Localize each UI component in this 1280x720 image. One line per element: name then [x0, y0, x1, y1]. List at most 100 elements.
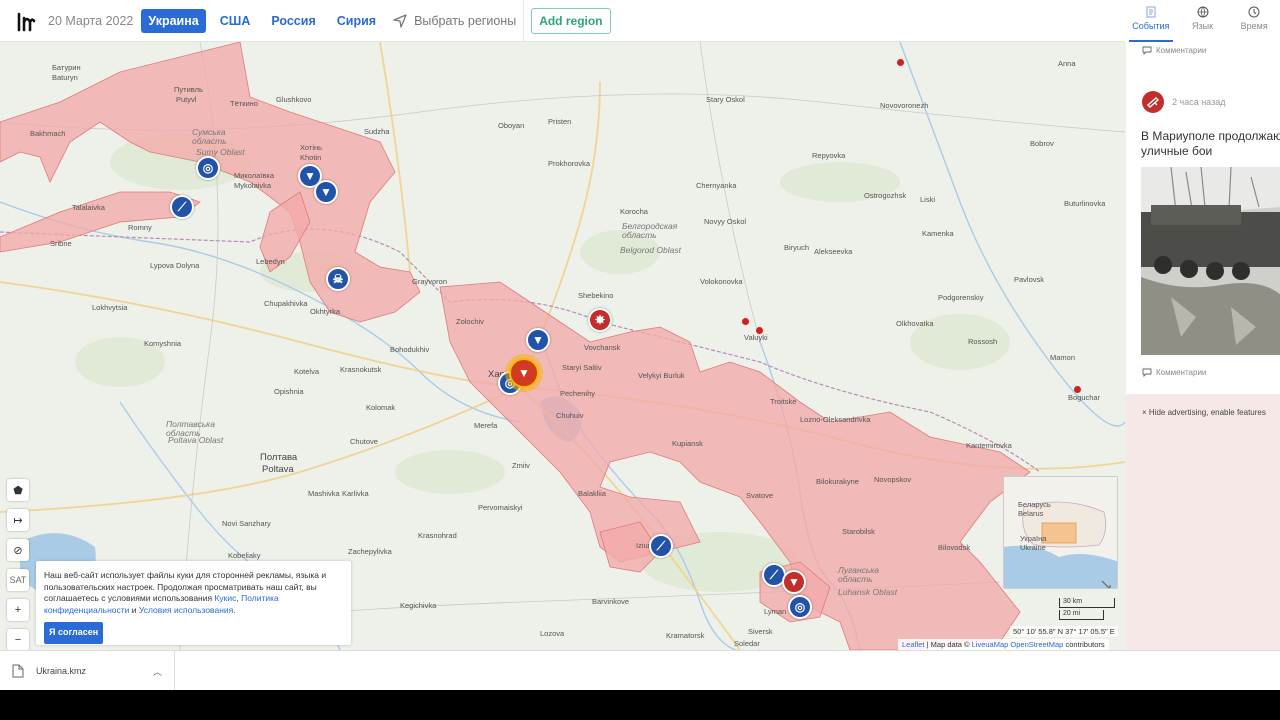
- nav-usa[interactable]: США: [213, 9, 258, 33]
- event-dot[interactable]: [897, 59, 904, 66]
- place-label-staryi-saltiv: Staryi Saltiv: [562, 363, 602, 372]
- comments-link[interactable]: Комментарии: [1126, 367, 1280, 377]
- place-label-starobilsk: Starobilsk: [842, 527, 875, 536]
- event-marker-gun[interactable]: ⟋: [649, 534, 673, 558]
- place-label-rossosh: Rossosh: [968, 337, 998, 346]
- map-canvas[interactable]: Харків Poltava Полтава Сумська область S…: [0, 42, 1125, 650]
- place-label-kramatorsk: Kramatorsk: [666, 631, 705, 640]
- nav-russia[interactable]: Россия: [264, 9, 322, 33]
- navigation-arrow-icon: [393, 13, 407, 28]
- place-label-chupakhivka: Chupakhivka: [264, 299, 308, 308]
- place-label-romny: Romny: [128, 223, 152, 232]
- event-marker-fire[interactable]: ▼: [509, 358, 539, 388]
- terms-link[interactable]: Условия использования: [139, 605, 233, 615]
- place-label-shebekino: Shebekino: [578, 291, 614, 300]
- place-label-boguchar: Boguchar: [1068, 393, 1101, 402]
- place-label-stary-oskol: Stary Oskol: [706, 95, 745, 104]
- place-label-volokonovka: Volokonovka: [700, 277, 743, 286]
- place-label-kegichivka: Kegichivka: [400, 601, 437, 610]
- leaflet-link[interactable]: Leaflet: [902, 640, 925, 649]
- event-marker-rocket[interactable]: ▼: [526, 328, 550, 352]
- tab-language[interactable]: Язык: [1177, 0, 1229, 42]
- place-label-korocha: Korocha: [620, 207, 648, 216]
- place-label-novi-sanzhary: Novi Sanzhary: [222, 519, 271, 528]
- event-dot[interactable]: [742, 318, 749, 325]
- place-label-buturlinovka: Buturlinovka: [1064, 199, 1106, 208]
- download-item[interactable]: Ukraina.kmz ︿: [0, 651, 175, 691]
- comments-link[interactable]: Комментарии: [1126, 45, 1280, 55]
- event-marker-rocket[interactable]: ▼: [314, 180, 338, 204]
- event-dot[interactable]: [756, 327, 763, 334]
- hide-ads-link[interactable]: × Hide advertising, enable features: [1126, 395, 1280, 417]
- place-label-kotelva: Kotelva: [294, 367, 320, 376]
- place-label-lypova-dolyna: Lypova Dolyna: [150, 261, 200, 270]
- comments-label: Комментарии: [1156, 45, 1207, 55]
- place-label-pavlovsk: Pavlovsk: [1014, 275, 1045, 284]
- nav-ukraine[interactable]: Украина: [141, 8, 206, 33]
- hide-layer-button[interactable]: ⊘: [7, 539, 29, 561]
- place-label-komyshnia: Komyshnia: [144, 339, 182, 348]
- place-label-novovoronezh: Novovoronezh: [880, 101, 929, 110]
- cookies-link[interactable]: Кукис: [214, 593, 236, 603]
- comment-icon: [1142, 368, 1152, 377]
- draw-polygon-button[interactable]: ⬟: [7, 479, 29, 501]
- map-attribution: Leaflet | Map data © LiveuaMap OpenStree…: [898, 639, 1109, 650]
- place-label-oboyan: Oboyan: [498, 121, 525, 130]
- event-dot[interactable]: [1074, 386, 1081, 393]
- add-region-button[interactable]: Add region: [531, 7, 611, 34]
- place-label-okhtyrka: Okhtyrka: [310, 307, 341, 316]
- event-marker-explosion[interactable]: ◎: [196, 156, 220, 180]
- tab-events[interactable]: События: [1125, 0, 1177, 42]
- globe-icon: [1197, 6, 1208, 18]
- place-label-liski: Liski: [920, 195, 936, 204]
- map-data-links[interactable]: LiveuaMap OpenStreetMap: [972, 640, 1064, 649]
- place-label-luhansk-oblast-ua: Луганська область: [838, 565, 880, 584]
- accept-cookies-button[interactable]: Я согласен: [44, 622, 104, 644]
- place-label-mykolaivka: Миколаївка: [234, 171, 275, 180]
- place-label-lebedyn: Lebedyn: [256, 257, 285, 266]
- event-photo[interactable]: [1141, 167, 1280, 355]
- place-label-anna: Anna: [1058, 59, 1076, 68]
- select-regions-button[interactable]: Выбрать регионы: [392, 13, 516, 29]
- place-label-kupiansk: Kupiansk: [672, 439, 703, 448]
- measure-button[interactable]: ↦: [7, 509, 29, 531]
- tab-time[interactable]: Время: [1228, 0, 1280, 42]
- event-marker-russian-unit[interactable]: ✸: [588, 308, 612, 332]
- nav-syria[interactable]: Сирия: [330, 9, 383, 33]
- minimap-label-belarus: Belarus: [1018, 509, 1044, 518]
- zoom-in-button[interactable]: +: [7, 599, 29, 621]
- place-label-lyman: Lyman: [764, 607, 787, 616]
- place-label-pechenihy: Pechenihy: [560, 389, 596, 398]
- place-label-sudzha: Sudzha: [364, 127, 390, 136]
- place-label-vovchansk: Vovchansk: [584, 343, 621, 352]
- satellite-toggle[interactable]: SAT: [7, 569, 29, 591]
- cookie-and: и: [129, 604, 139, 615]
- event-marker-explosion[interactable]: ◎: [788, 595, 812, 619]
- place-label-pristen: Pristen: [548, 117, 572, 126]
- liveuamap-logo[interactable]: [16, 10, 36, 32]
- zoom-out-button[interactable]: −: [7, 629, 29, 650]
- chevron-up-icon[interactable]: ︿: [153, 665, 162, 678]
- event-title[interactable]: В Мариуполе продолжаются уличные бои: [1126, 129, 1280, 159]
- place-label-karlivka: Karlivka: [342, 489, 369, 498]
- event-marker-skull[interactable]: ☠: [326, 267, 350, 291]
- place-label-kamenka: Kamenka: [922, 229, 954, 238]
- place-label-belgorod-oblast: Belgorod Oblast: [620, 245, 681, 255]
- place-label-repyovka: Repyovka: [812, 151, 846, 160]
- event-marker-gun[interactable]: ⟋: [170, 195, 194, 219]
- tab-events-label: События: [1132, 21, 1170, 31]
- download-bar: Ukraina.kmz ︿: [0, 650, 1280, 691]
- place-label-poltava-oblast: Poltava Oblast: [168, 435, 224, 445]
- place-label-kolomak: Kolomak: [366, 403, 396, 412]
- minimap-label-ukraine: Ukraine: [1020, 543, 1046, 552]
- place-label-bilovodsk: Bilovodsk: [938, 543, 971, 552]
- place-label-siversk: Siversk: [748, 627, 773, 636]
- divider: [523, 0, 525, 42]
- place-label-luhansk-oblast: Luhansk Oblast: [838, 587, 898, 597]
- event-marker-rocket-red[interactable]: ▼: [782, 570, 806, 594]
- place-label-zolochiv: Zolochiv: [456, 317, 484, 326]
- place-label-belgorod-oblast-ua: Белгородская область: [622, 221, 678, 240]
- minimap[interactable]: Беларусь Belarus Україна Ukraine: [1003, 476, 1118, 589]
- place-label-kobeliaky: Kobeliaky: [228, 551, 261, 560]
- place-label-putyvl: Putyvl: [176, 95, 197, 104]
